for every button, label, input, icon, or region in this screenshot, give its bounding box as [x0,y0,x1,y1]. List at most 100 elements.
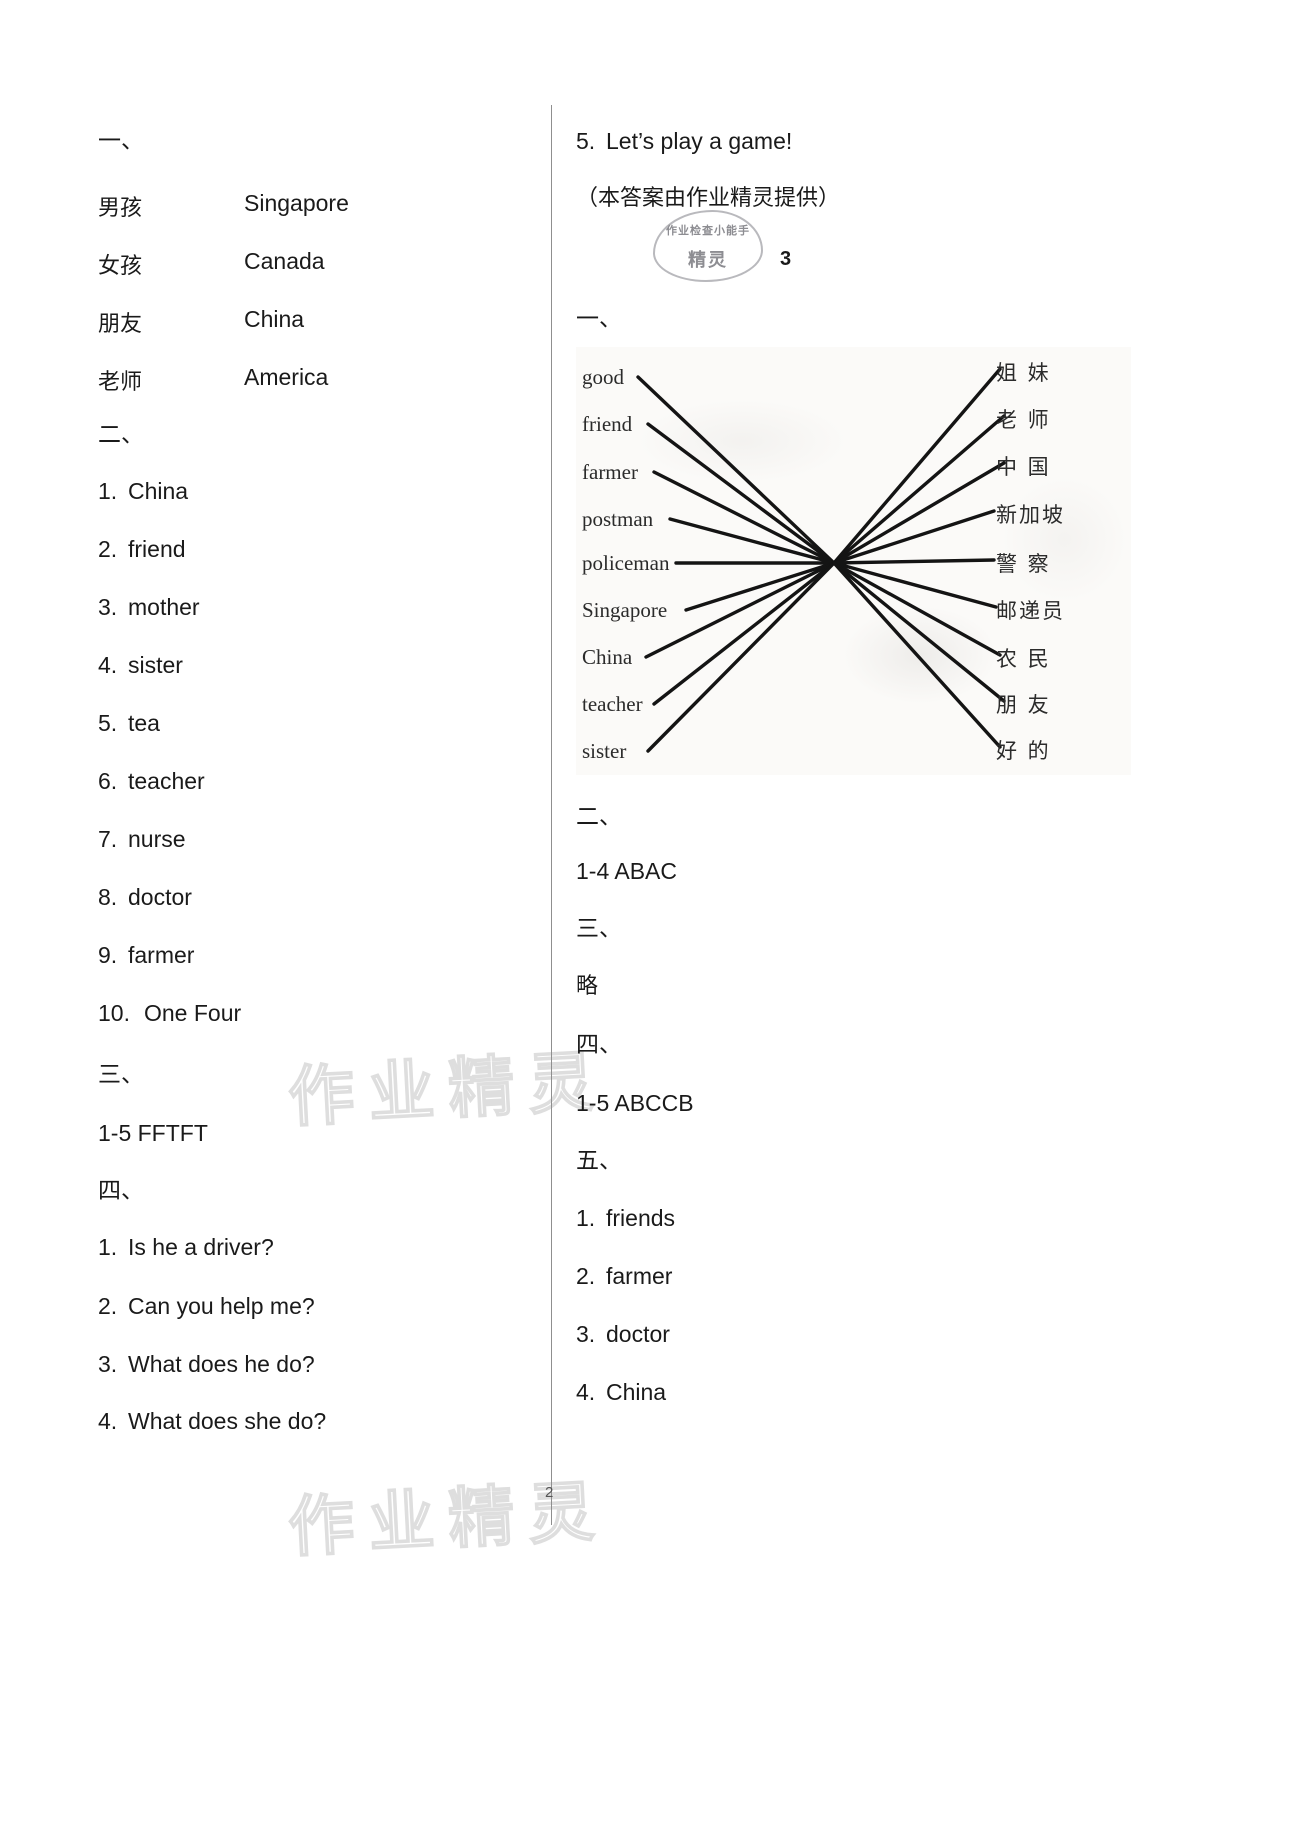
list-item-text: farmer [606,1263,673,1289]
match-right-word: 朋 友 [996,693,1051,717]
word-pair-en: Singapore [244,190,349,216]
list-item: 8. doctor [98,886,192,909]
match-left-word: postman [582,507,654,531]
section-heading-left-1: 一、 [98,128,144,154]
list-item: 3. doctor [576,1323,670,1346]
list-item-text: teacher [128,768,205,794]
list-item: 2. farmer [576,1265,672,1288]
list-item-text: friends [606,1205,676,1231]
answer-sheet-page: 作业精灵 作业精灵 一、 男孩 Singapore 女孩 Canada 朋友 C… [0,0,1300,1838]
match-left-word: farmer [582,460,638,484]
word-pair-cn: 老师 [98,370,143,395]
list-item-text: China [606,1379,667,1405]
verification-stamp-icon: 作业检查小能手 精灵 [653,210,763,282]
list-item-text: What does she do? [128,1408,327,1434]
list-item-text: China [128,478,189,504]
match-left-word: policeman [582,551,670,575]
word-pair-cn: 朋友 [98,312,143,337]
list-item-number: 3. [576,1321,596,1347]
list-item-text: Let’s play a game! [606,128,793,154]
match-right-word: 农 民 [996,647,1051,671]
watermark-text: 作业精灵 [286,1045,611,1136]
list-item-number: 1. [98,478,118,504]
word-pair-cn: 男孩 [98,196,143,221]
list-item-number: 5. [576,128,596,154]
list-item: 1. Is he a driver? [98,1236,274,1259]
stamp-top-text: 作业检查小能手 [666,224,750,237]
list-item: 1. friends [576,1207,675,1230]
word-pair-en: China [244,306,305,332]
list-item-number: 8. [98,884,118,910]
list-item-number: 1. [576,1205,596,1231]
list-item-text: farmer [128,942,195,968]
word-pair-en: Canada [244,248,325,274]
word-pair-cn: 女孩 [98,254,143,279]
match-left-word: sister [582,739,627,763]
section-heading-left-3: 三、 [98,1062,144,1088]
section-heading-left-2: 二、 [98,422,144,448]
list-item: 10. One Four [98,1002,241,1025]
list-item-text: friend [128,536,186,562]
match-left-word: China [582,645,633,669]
list-item-text: Can you help me? [128,1293,315,1319]
list-item-text: Is he a driver? [128,1234,274,1260]
section-heading-right-5: 五、 [576,1148,622,1174]
match-right-word: 警 察 [996,552,1051,576]
list-item-text: One Four [144,1000,242,1026]
match-left-word: teacher [582,692,643,716]
list-item: 6. teacher [98,770,205,793]
list-item-text: doctor [606,1321,670,1347]
list-item-number: 3. [98,1351,118,1377]
word-pair-en: America [244,364,329,390]
section-heading-right-2: 二、 [576,804,622,830]
list-item-text: tea [128,710,160,736]
list-item: 2. Can you help me? [98,1295,315,1318]
list-item-text: nurse [128,826,186,852]
list-item-number: 2. [576,1263,596,1289]
section-heading-right-1: 一、 [576,306,622,332]
match-right-word: 邮递员 [996,599,1065,623]
list-item-number: 4. [98,1408,118,1434]
match-right-word: 新加坡 [996,503,1065,527]
page-number-bottom: 2 [545,1484,554,1501]
carryover-item: 5. Let’s play a game! [576,130,792,153]
section-heading-left-4: 四、 [98,1178,144,1204]
list-item-text: sister [128,652,183,678]
list-item-number: 4. [576,1379,596,1405]
section-answer-left-3: 1-5 FFTFT [98,1120,208,1146]
match-right-word: 中 国 [996,455,1051,479]
section-answer-right-3: 略 [576,974,599,999]
match-right-word: 好 的 [996,739,1051,763]
list-item-number: 6. [98,768,118,794]
list-item: 2. friend [98,538,186,561]
match-left-word: friend [582,412,633,436]
list-item-number: 9. [98,942,118,968]
list-item-number: 2. [98,536,118,562]
list-item: 4. sister [98,654,183,677]
list-item-number: 3. [98,594,118,620]
section-heading-right-3: 三、 [576,916,622,942]
list-item: 1. China [98,480,188,503]
list-item: 5. tea [98,712,160,735]
list-item: 4. China [576,1381,666,1404]
list-item-text: What does he do? [128,1351,315,1377]
stamp-bottom-text: 精灵 [688,250,728,271]
stamp-outline [653,210,763,282]
list-item: 9. farmer [98,944,194,967]
list-item-text: mother [128,594,200,620]
list-item: 3. What does he do? [98,1353,315,1376]
list-item-text: doctor [128,884,192,910]
match-left-word: good [582,365,624,389]
list-item-number: 10. [98,1000,130,1026]
list-item: 7. nurse [98,828,186,851]
matching-exercise-image: good friend farmer postman policeman Sin… [576,347,1131,775]
section-answer-right-4: 1-5 ABCCB [576,1090,694,1116]
section-answer-right-2: 1-4 ABAC [576,858,677,884]
match-right-word: 老 师 [996,408,1051,432]
list-item-number: 1. [98,1234,118,1260]
list-item-number: 2. [98,1293,118,1319]
match-left-word: Singapore [582,598,668,622]
page-number-right: 3 [780,248,792,270]
credit-line: （本答案由作业精灵提供） [576,186,841,211]
column-divider [551,105,552,1525]
